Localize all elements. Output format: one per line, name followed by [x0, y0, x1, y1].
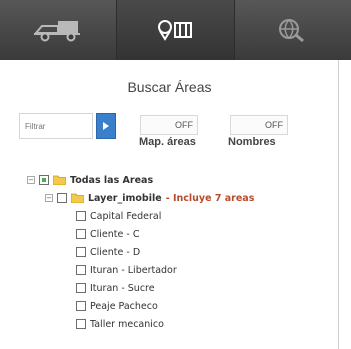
tree-item[interactable]: Peaje Pacheco — [76, 298, 158, 314]
tab-vehicles[interactable] — [0, 0, 118, 60]
tree-item[interactable]: Ituran - Sucre — [76, 280, 155, 296]
arrow-right-icon — [103, 122, 109, 130]
item-label: Ituran - Sucre — [90, 282, 155, 294]
item-label: Peaje Pacheco — [90, 300, 158, 312]
tree-item[interactable]: Taller mecanico — [76, 316, 164, 332]
tree-layer: − Layer_imobile - Incluye 7 areas — [45, 190, 254, 206]
top-toolbar — [0, 0, 351, 60]
layer-note: - Incluye 7 areas — [165, 192, 255, 204]
item-checkbox[interactable] — [76, 301, 86, 311]
tree-item[interactable]: Cliente - C — [76, 226, 139, 242]
map-pin-icon — [158, 20, 193, 41]
item-checkbox[interactable] — [76, 319, 86, 329]
filter-button[interactable] — [96, 113, 116, 139]
item-label: Taller mecanico — [90, 318, 164, 330]
folder-icon — [53, 175, 66, 185]
tree-item[interactable]: Capital Federal — [76, 208, 161, 224]
names-label: Nombres — [228, 136, 276, 148]
item-label: Ituran - Libertador — [90, 264, 177, 276]
areas-panel: Buscar Áreas OFF Map. áreas OFF Nombres … — [0, 60, 339, 349]
layer-label: Layer_imobile — [88, 192, 162, 204]
item-label: Capital Federal — [90, 210, 162, 222]
tree-root: − Todas las Areas — [27, 172, 153, 188]
item-checkbox[interactable] — [76, 247, 86, 257]
root-label: Todas las Areas — [70, 174, 154, 186]
item-checkbox[interactable] — [76, 265, 86, 275]
truck-icon — [33, 21, 81, 42]
item-checkbox[interactable] — [76, 283, 86, 293]
globe-search-icon — [278, 19, 304, 43]
tree-item[interactable]: Cliente - D — [76, 244, 140, 260]
tab-areas[interactable] — [117, 0, 235, 60]
item-label: Cliente - D — [90, 246, 141, 258]
tree-item[interactable]: Ituran - Libertador — [76, 262, 177, 278]
map-areas-toggle[interactable]: OFF — [140, 115, 198, 135]
layer-checkbox[interactable] — [57, 193, 67, 203]
collapse-icon[interactable]: − — [27, 176, 35, 184]
root-checkbox[interactable] — [39, 175, 49, 185]
filter-input[interactable] — [19, 113, 93, 139]
item-checkbox[interactable] — [76, 211, 86, 221]
map-areas-label: Map. áreas — [139, 136, 196, 148]
names-toggle[interactable]: OFF — [230, 115, 288, 135]
item-label: Cliente - C — [90, 228, 140, 240]
folder-icon — [71, 193, 84, 203]
tab-search[interactable] — [235, 0, 351, 60]
panel-title: Buscar Áreas — [127, 79, 212, 95]
collapse-icon[interactable]: − — [45, 194, 53, 202]
item-checkbox[interactable] — [76, 229, 86, 239]
